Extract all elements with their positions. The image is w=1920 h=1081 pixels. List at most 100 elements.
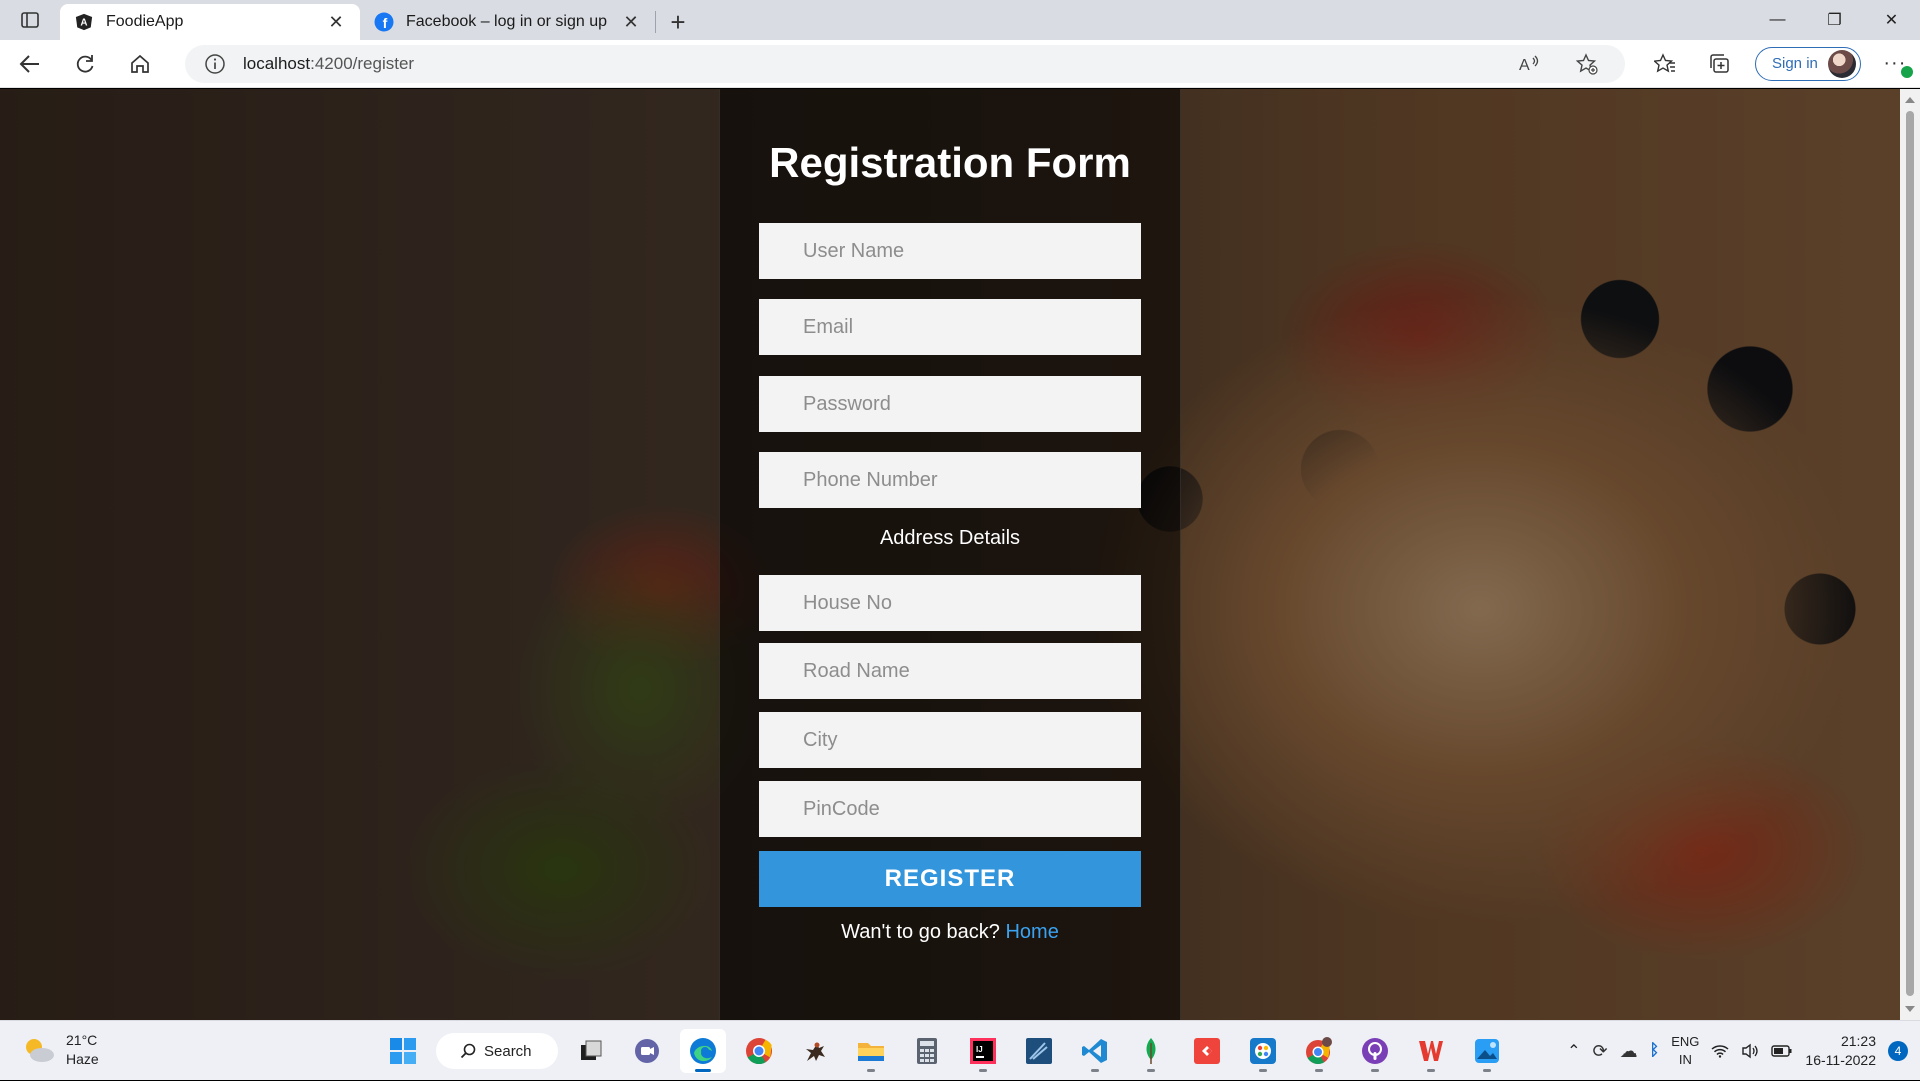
- svg-text:A: A: [80, 18, 87, 29]
- facebook-icon: f: [374, 12, 394, 32]
- arrow-left-icon: [19, 54, 39, 73]
- battery-icon[interactable]: [1771, 1044, 1793, 1058]
- pincode-field[interactable]: [759, 781, 1141, 837]
- notification-badge[interactable]: 4: [1888, 1041, 1908, 1061]
- onedrive-icon[interactable]: ☁: [1620, 1041, 1638, 1062]
- sidebar-icon: [21, 12, 39, 28]
- scroll-up-icon[interactable]: [1905, 97, 1915, 103]
- calculator-icon: [917, 1038, 937, 1064]
- clock[interactable]: 21:23 16-11-2022: [1805, 1032, 1876, 1070]
- chevron-up-icon[interactable]: ⌃: [1567, 1041, 1580, 1061]
- windows-logo-icon: [390, 1038, 416, 1064]
- update-badge-icon: [1900, 65, 1913, 78]
- podcast-icon: [1362, 1038, 1388, 1064]
- tab-title: FoodieApp: [106, 13, 184, 30]
- address-bar[interactable]: localhost:4200/register A: [185, 44, 1625, 84]
- weather-widget[interactable]: 21°C Haze: [22, 1031, 99, 1069]
- home-button[interactable]: [115, 44, 165, 84]
- refresh-icon: [76, 54, 94, 72]
- restore-button[interactable]: ❐: [1806, 0, 1863, 40]
- taskbar: 21°C Haze Search IJ ⌃ ⟳ ☁ ᛒ ENG IN 21:23…: [0, 1020, 1920, 1080]
- vscode-button[interactable]: [1072, 1029, 1118, 1073]
- tab-foodieapp[interactable]: A FoodieApp ✕: [60, 4, 360, 40]
- settings-more-button[interactable]: ···: [1875, 44, 1915, 84]
- city-field[interactable]: [759, 712, 1141, 768]
- dinosaur-icon: [806, 1042, 825, 1061]
- back-button[interactable]: [5, 44, 55, 84]
- home-link[interactable]: Home: [1005, 921, 1058, 943]
- start-button[interactable]: [380, 1029, 426, 1073]
- taskbar-search[interactable]: Search: [436, 1033, 558, 1069]
- clock-date: 16-11-2022: [1805, 1052, 1876, 1068]
- edge-button[interactable]: [680, 1029, 726, 1073]
- favorites-button[interactable]: [1645, 44, 1685, 84]
- house-no-field[interactable]: [759, 575, 1141, 631]
- taskbar-apps: Search IJ: [380, 1029, 1510, 1073]
- sign-in-label: Sign in: [1772, 55, 1818, 72]
- add-favorite-icon[interactable]: [1567, 44, 1607, 84]
- chrome-profile-button[interactable]: [1296, 1029, 1342, 1073]
- bluetooth-icon[interactable]: ᛒ: [1650, 1042, 1660, 1060]
- sql-tool-button[interactable]: [1016, 1029, 1062, 1073]
- close-tab-icon[interactable]: ✕: [621, 12, 641, 32]
- close-window-button[interactable]: ✕: [1863, 0, 1920, 40]
- chrome-button[interactable]: [736, 1029, 782, 1073]
- favorites-icon: [1654, 52, 1675, 73]
- photos-app-button[interactable]: [1464, 1029, 1510, 1073]
- weather-temperature: 21°C: [66, 1032, 98, 1048]
- scroll-thumb[interactable]: [1906, 111, 1914, 996]
- road-name-field[interactable]: [759, 643, 1141, 699]
- avatar: [1827, 49, 1856, 78]
- tab-title: Facebook – log in or sign up: [406, 13, 608, 30]
- go-back-text: Wan't to go back?: [841, 921, 1000, 943]
- collections-button[interactable]: [1699, 44, 1739, 84]
- wps-office-button[interactable]: [1408, 1029, 1454, 1073]
- register-button[interactable]: REGISTER: [759, 851, 1141, 907]
- file-explorer-button[interactable]: [848, 1029, 894, 1073]
- podcast-app-button[interactable]: [1352, 1029, 1398, 1073]
- edge-icon: [690, 1038, 716, 1064]
- new-tab-button[interactable]: +: [656, 4, 700, 40]
- search-label: Search: [484, 1042, 532, 1060]
- database-tool-icon: [1026, 1038, 1052, 1064]
- sync-icon[interactable]: ⟳: [1593, 1041, 1608, 1062]
- input-language[interactable]: ENG IN: [1671, 1033, 1699, 1069]
- sign-in-button[interactable]: Sign in: [1755, 46, 1861, 81]
- folder-icon: [858, 1043, 884, 1061]
- anydesk-icon: [1194, 1038, 1220, 1064]
- page-title: Registration Form: [769, 139, 1131, 186]
- task-view-button[interactable]: [568, 1029, 614, 1073]
- minimize-button[interactable]: —: [1749, 0, 1806, 40]
- angular-icon: A: [74, 12, 94, 32]
- intellij-icon: IJ: [970, 1038, 996, 1064]
- leaf-icon: [1146, 1038, 1156, 1064]
- store-app-button[interactable]: [1240, 1029, 1286, 1073]
- page-scrollbar[interactable]: [1900, 89, 1920, 1020]
- anydesk-button[interactable]: [1184, 1029, 1230, 1073]
- password-field[interactable]: [759, 376, 1141, 432]
- refresh-button[interactable]: [60, 44, 110, 84]
- page-viewport: Registration Form Address Details REGIST…: [0, 89, 1900, 1020]
- close-tab-icon[interactable]: ✕: [326, 12, 346, 32]
- intellij-button[interactable]: IJ: [960, 1029, 1006, 1073]
- window-controls: — ❐ ✕: [1749, 0, 1920, 40]
- svg-text:f: f: [383, 15, 388, 31]
- svg-text:A: A: [1519, 57, 1530, 74]
- info-icon[interactable]: [203, 52, 227, 76]
- volume-icon[interactable]: [1741, 1043, 1759, 1059]
- tab-actions-button[interactable]: [0, 0, 60, 40]
- email-field[interactable]: [759, 299, 1141, 355]
- read-aloud-icon[interactable]: A: [1509, 44, 1549, 84]
- tab-facebook[interactable]: f Facebook – log in or sign up ✕: [360, 4, 655, 40]
- mongodb-button[interactable]: [1128, 1029, 1174, 1073]
- wifi-icon[interactable]: [1711, 1044, 1729, 1058]
- game-app-button[interactable]: [792, 1029, 838, 1073]
- address-section-label: Address Details: [879, 527, 1021, 549]
- username-field[interactable]: [759, 223, 1141, 279]
- vscode-icon: [1082, 1039, 1107, 1063]
- calculator-button[interactable]: [904, 1029, 950, 1073]
- scroll-down-icon[interactable]: [1905, 1006, 1915, 1012]
- teams-chat-button[interactable]: [624, 1029, 670, 1073]
- phone-field[interactable]: [759, 452, 1141, 508]
- home-icon: [131, 54, 149, 73]
